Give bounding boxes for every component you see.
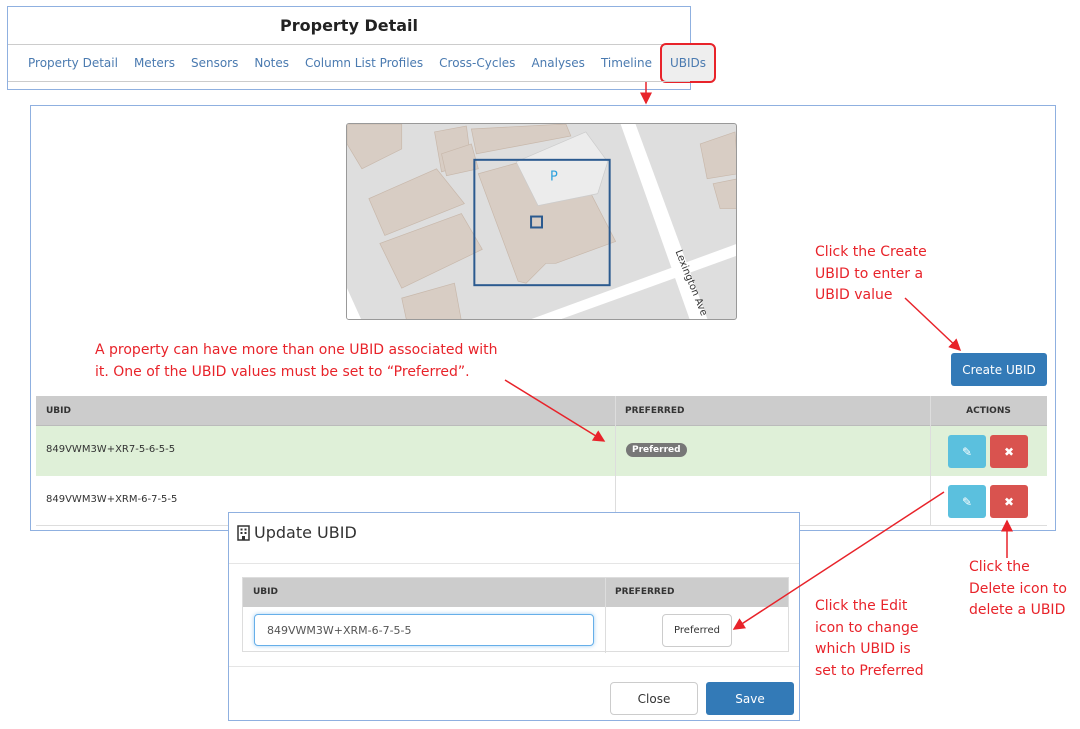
tab-sensors[interactable]: Sensors (183, 55, 246, 83)
tab-timeline[interactable]: Timeline (593, 55, 660, 83)
tab-column-list-profiles[interactable]: Column List Profiles (297, 55, 431, 83)
ubid-input[interactable] (254, 614, 594, 646)
ubid-table: UBID PREFERRED ACTIONS 849VWM3W+XR7-5-6-… (36, 396, 1047, 526)
create-ubid-button[interactable]: Create UBID (951, 353, 1047, 386)
close-icon: ✖ (1003, 494, 1015, 509)
delete-button[interactable]: ✖ (990, 435, 1028, 468)
pencil-icon: ✎ (961, 444, 973, 459)
header-ubid: UBID (46, 406, 71, 416)
tab-bar: Property Detail Meters Sensors Notes Col… (20, 43, 717, 83)
annotation-preferred: A property can have more than one UBID a… (95, 342, 498, 380)
tab-ubids[interactable]: UBIDs (659, 43, 717, 83)
modal-table: UBID PREFERRED Preferred (242, 577, 789, 653)
header-preferred: PREFERRED (625, 406, 685, 416)
page-title: Property Detail (280, 16, 418, 35)
annotation-delete: Click the Delete icon to delete a UBID (969, 559, 1067, 618)
preferred-badge: Preferred (626, 443, 687, 457)
update-ubid-modal: Update UBID UBID PREFERRED Preferred Clo… (228, 512, 800, 721)
save-button[interactable]: Save (706, 682, 794, 715)
delete-button[interactable]: ✖ (990, 485, 1028, 518)
modal-table-header: UBID PREFERRED (243, 578, 788, 607)
header-ubid: UBID (253, 587, 278, 597)
header-preferred: PREFERRED (615, 587, 675, 597)
map[interactable]: P Lexington Ave (346, 123, 737, 320)
pencil-icon: ✎ (961, 494, 973, 509)
tab-property-detail[interactable]: Property Detail (20, 55, 126, 83)
tab-meters[interactable]: Meters (126, 55, 183, 83)
preferred-toggle-button[interactable]: Preferred (662, 614, 732, 647)
edit-button[interactable]: ✎ (948, 485, 986, 518)
divider (8, 44, 690, 45)
divider (8, 81, 690, 82)
table-header: UBID PREFERRED ACTIONS (36, 396, 1047, 426)
close-button[interactable]: Close (610, 682, 698, 715)
table-row: 849VWM3W+XR7-5-6-5-5 Preferred (36, 426, 1047, 476)
annotation-edit: Click the Edit icon to change which UBID i… (815, 598, 924, 679)
close-icon: ✖ (1003, 444, 1015, 459)
building-icon (237, 524, 250, 541)
property-detail-header: Property Detail Property Detail Meters S… (7, 6, 717, 90)
header-actions: ACTIONS (966, 406, 1011, 416)
parking-label: P (550, 170, 558, 185)
modal-header: Update UBID (237, 523, 357, 542)
annotation-create: Click the Create UBID to enter a UBID valu… (815, 244, 927, 303)
tab-cross-cycles[interactable]: Cross-Cycles (431, 55, 523, 83)
ubid-value: 849VWM3W+XRM-6-7-5-5 (46, 494, 178, 505)
ubid-value: 849VWM3W+XR7-5-6-5-5 (46, 444, 176, 455)
modal-title: Update UBID (254, 523, 357, 542)
tab-analyses[interactable]: Analyses (523, 55, 593, 83)
tab-notes[interactable]: Notes (246, 55, 297, 83)
edit-button[interactable]: ✎ (948, 435, 986, 468)
